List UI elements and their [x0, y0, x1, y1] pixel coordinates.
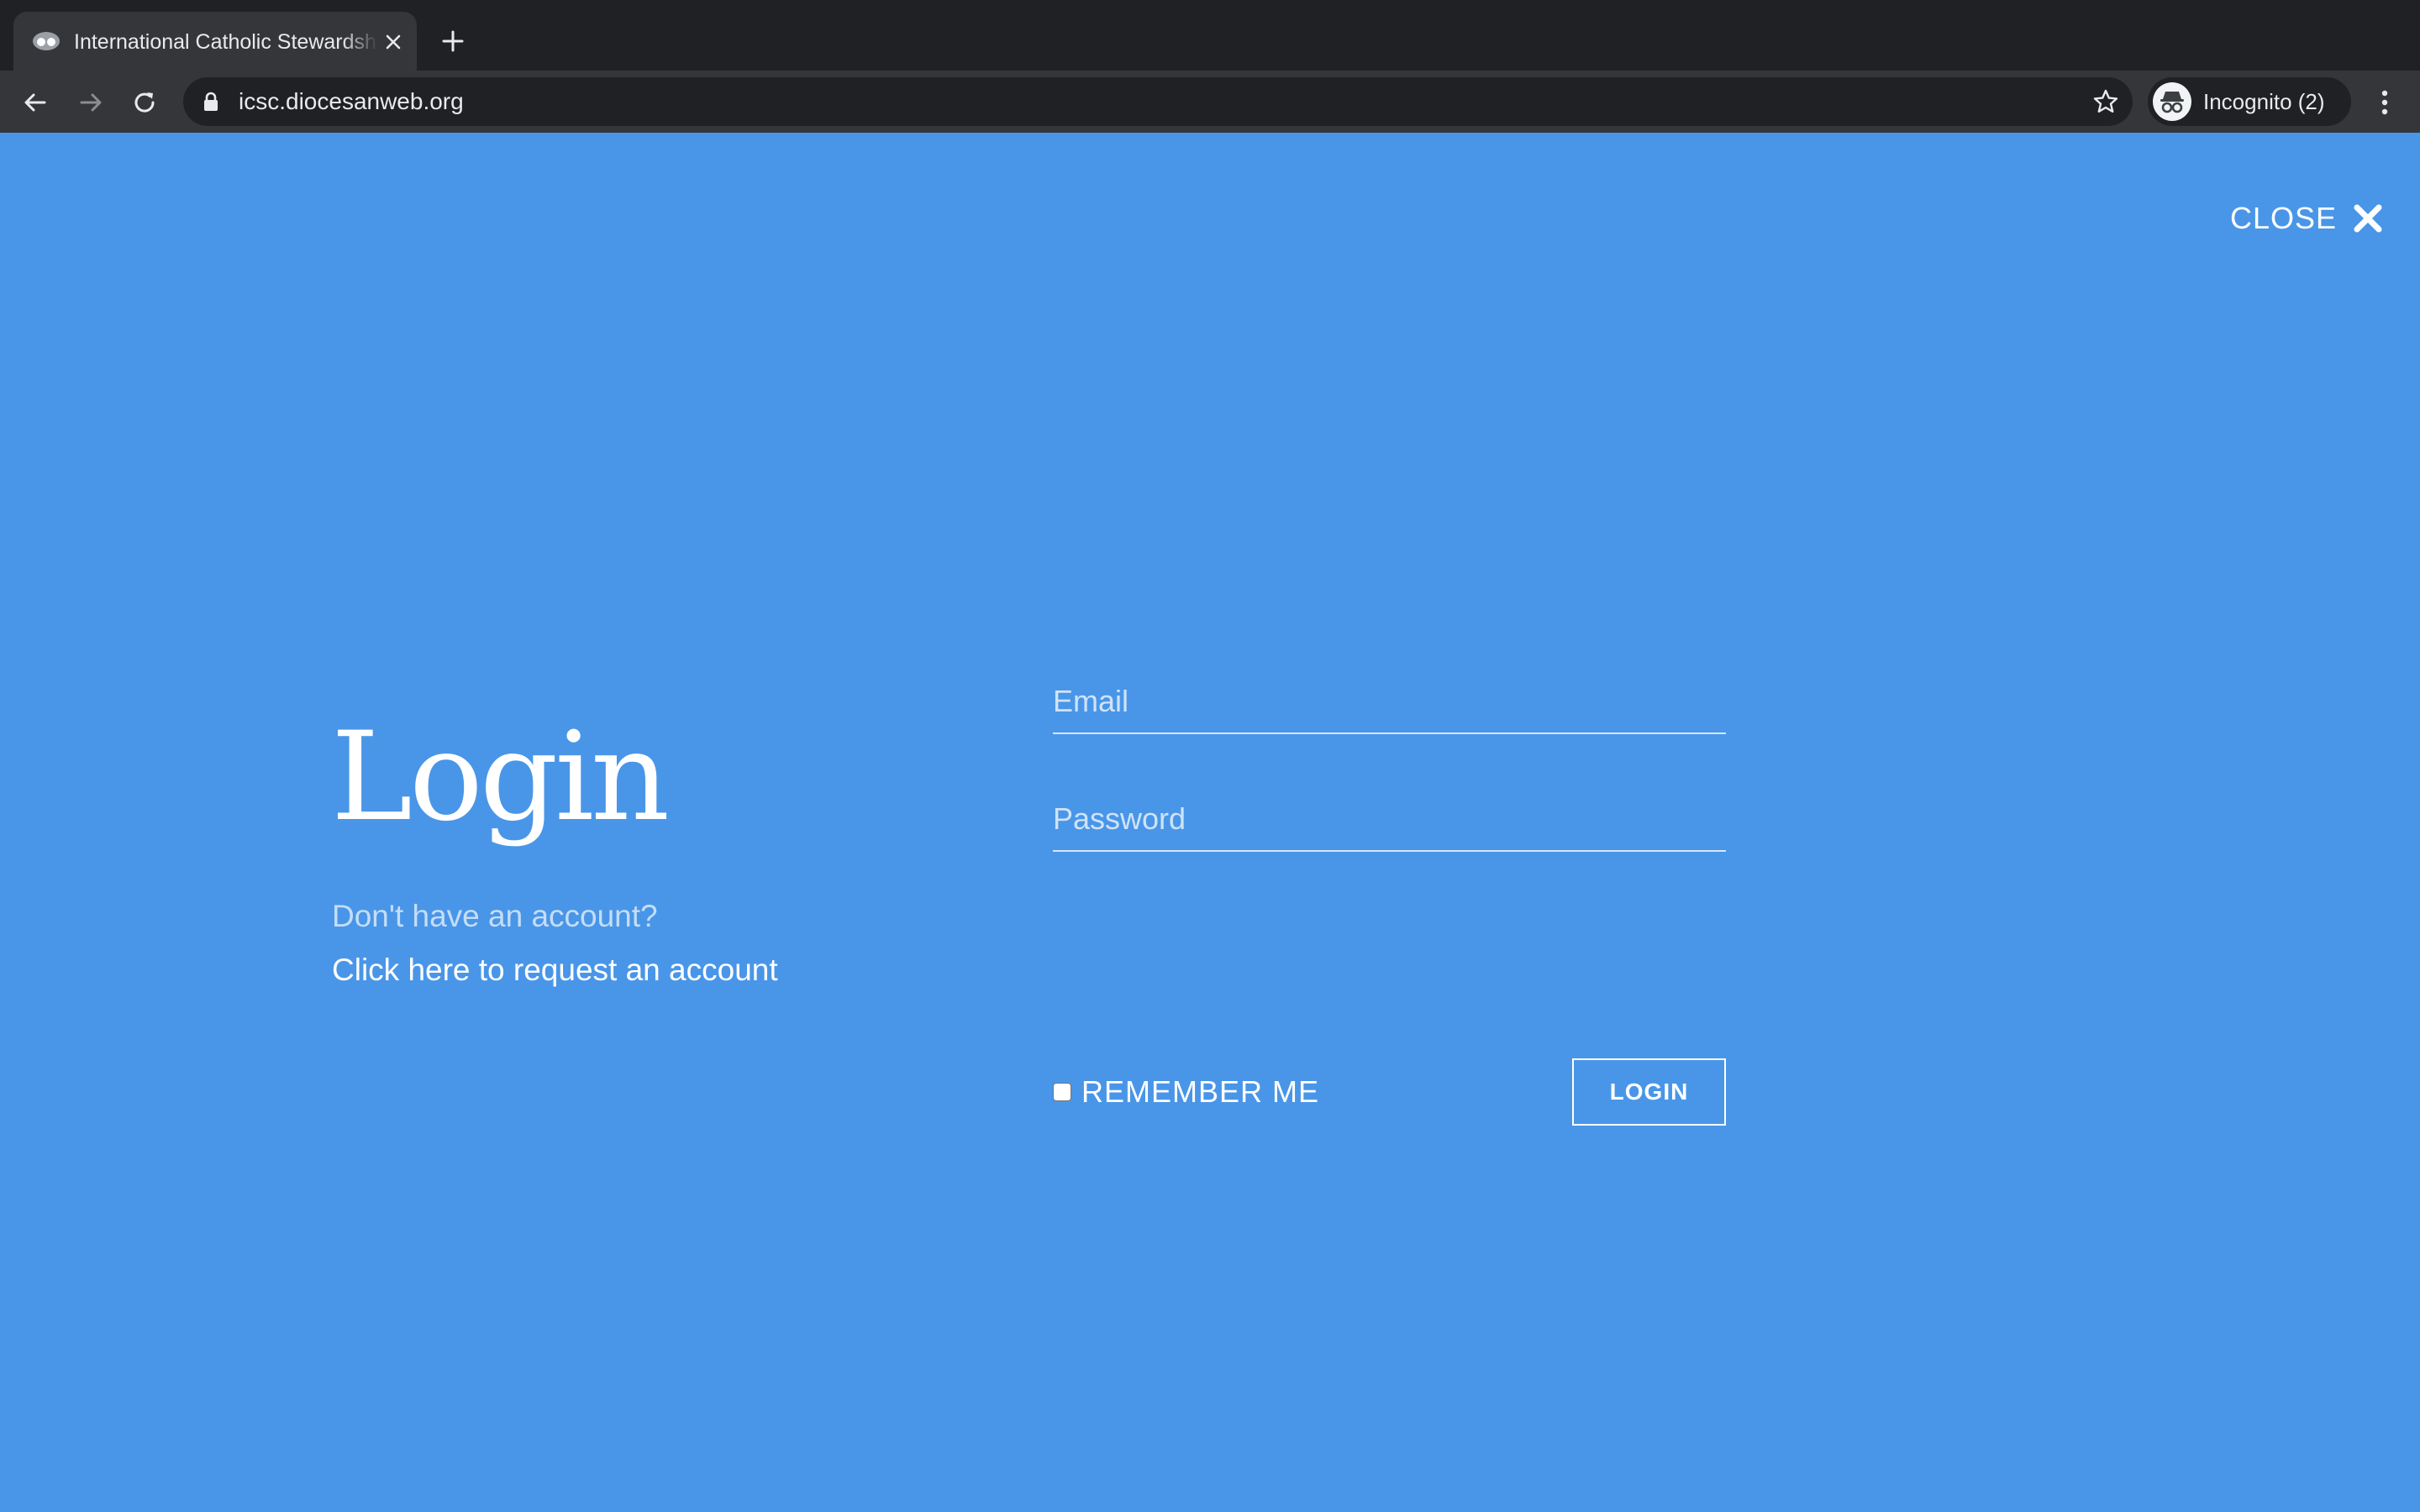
close-button[interactable]: CLOSE: [2230, 195, 2384, 242]
email-field[interactable]: [1053, 674, 1726, 729]
close-label: CLOSE: [2230, 201, 2338, 235]
reload-icon: [134, 92, 155, 113]
email-field-wrapper: [1053, 674, 1726, 734]
arrow-left-icon: [24, 93, 46, 112]
new-tab-button[interactable]: [435, 24, 471, 59]
login-button[interactable]: LOGIN: [1572, 1058, 1726, 1126]
remember-me-label[interactable]: REMEMBER ME: [1081, 1071, 1319, 1113]
request-account-link[interactable]: Click here to request an account: [332, 949, 778, 991]
browser-tab[interactable]: International Catholic Stewardship Counc…: [13, 12, 417, 71]
close-icon[interactable]: [2352, 202, 2384, 234]
address-bar[interactable]: icsc.diocesanweb.org: [183, 77, 2133, 126]
incognito-avatar: [2153, 82, 2191, 121]
no-account-text: Don't have an account?: [332, 899, 658, 933]
forward-button[interactable]: [72, 84, 109, 121]
login-overlay: CLOSE Login Don't have an account? Click…: [0, 133, 2420, 1512]
close-icon: [386, 34, 401, 50]
page-title: Login: [331, 706, 670, 848]
lock-icon: [204, 92, 218, 111]
incognito-icon: [2160, 92, 2184, 113]
star-icon[interactable]: [2092, 88, 2119, 115]
browser-toolbar: icsc.diocesanweb.org Incognito (2): [0, 71, 2420, 133]
plus-icon: [442, 30, 464, 52]
browser-chrome: International Catholic Stewardship Counc…: [0, 0, 2420, 133]
remember-me[interactable]: REMEMBER ME: [1053, 1071, 1319, 1113]
tab-strip: International Catholic Stewardship Counc…: [0, 0, 2420, 71]
kebab-menu-icon: [2381, 90, 2388, 115]
tab-close-button[interactable]: [378, 27, 408, 57]
arrow-right-icon: [80, 93, 102, 112]
browser-menu-button[interactable]: [2366, 84, 2403, 121]
url-text: icsc.diocesanweb.org: [239, 88, 464, 114]
incognito-tab-icon: [33, 32, 60, 50]
password-field[interactable]: [1053, 791, 1726, 847]
remember-me-checkbox[interactable]: [1053, 1083, 1071, 1101]
profile-chip[interactable]: Incognito (2): [2148, 77, 2351, 126]
tab-title: International Catholic Stewardship Counc…: [74, 30, 378, 54]
password-field-wrapper: [1053, 791, 1726, 852]
profile-label: Incognito (2): [2203, 89, 2325, 114]
back-button[interactable]: [17, 84, 54, 121]
reload-button[interactable]: [126, 84, 163, 121]
